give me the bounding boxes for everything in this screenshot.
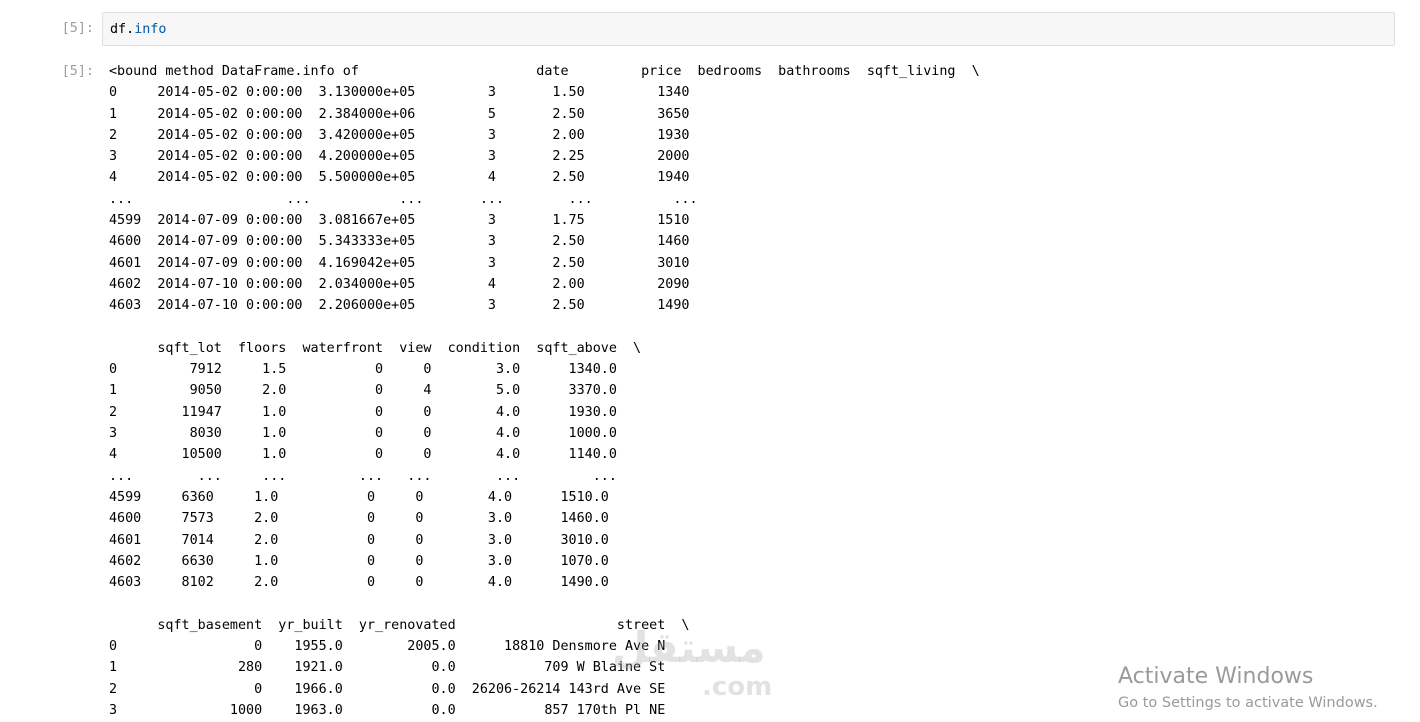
output-line: 0 0 1955.0 2005.0 18810 Densmore Ave N (109, 639, 666, 655)
output-line: 4599 6360 1.0 0 0 4.0 1510.0 (109, 489, 609, 505)
output-line: 4600 7573 2.0 0 0 3.0 1460.0 (109, 511, 609, 527)
code-dot-operator: . (126, 22, 135, 37)
code-input-editor[interactable]: df.info (102, 12, 1395, 46)
output-line: <bound method DataFrame.info of date pri… (109, 64, 980, 79)
output-line: 3 1000 1963.0 0.0 857 170th Pl NE (109, 702, 666, 718)
activation-subtitle: Go to Settings to activate Windows. (1118, 695, 1378, 711)
output-line: 3 2014-05-02 0:00:00 4.200000e+05 3 2.25… (109, 149, 690, 165)
output-line: 0 2014-05-02 0:00:00 3.130000e+05 3 1.50… (109, 85, 690, 101)
output-line: sqft_basement yr_built yr_renovated stre… (109, 617, 690, 633)
output-line: 4601 2014-07-09 0:00:00 4.169042e+05 3 2… (109, 255, 690, 271)
output-line: 4599 2014-07-09 0:00:00 3.081667e+05 3 1… (109, 213, 690, 229)
output-line: ... ... ... ... ... ... ... (109, 468, 617, 484)
output-line: ... ... ... ... ... ... (109, 191, 698, 207)
windows-activation-notice: Activate Windows Go to Settings to activ… (1118, 662, 1378, 714)
output-line: 1 9050 2.0 0 4 5.0 3370.0 (109, 383, 617, 399)
code-text: df.info (110, 19, 166, 40)
output-prompt: [5]: (61, 64, 94, 79)
activation-title: Activate Windows (1118, 664, 1314, 689)
output-line: sqft_lot floors waterfront view conditio… (109, 340, 642, 356)
output-line: 2 0 1966.0 0.0 26206-26214 143rd Ave SE (109, 681, 666, 697)
output-line: 2 11947 1.0 0 0 4.0 1930.0 (109, 404, 617, 420)
output-line: 4601 7014 2.0 0 0 3.0 3010.0 (109, 532, 609, 548)
cell-output-text: <bound method DataFrame.info of date pri… (109, 61, 980, 721)
output-line: 4602 2014-07-10 0:00:00 2.034000e+05 4 2… (109, 276, 690, 292)
output-line: 2 2014-05-02 0:00:00 3.420000e+05 3 2.00… (109, 127, 690, 143)
code-variable: df (110, 22, 127, 37)
output-line: 1 280 1921.0 0.0 709 W Blaine St (109, 660, 666, 676)
output-line: 4603 2014-07-10 0:00:00 2.206000e+05 3 2… (109, 298, 690, 314)
output-line: 4602 6630 1.0 0 0 3.0 1070.0 (109, 553, 609, 569)
output-line: 0 7912 1.5 0 0 3.0 1340.0 (109, 362, 617, 378)
output-line: 4600 2014-07-09 0:00:00 5.343333e+05 3 2… (109, 234, 690, 250)
code-attribute: info (134, 22, 167, 37)
output-line: 4603 8102 2.0 0 0 4.0 1490.0 (109, 575, 609, 591)
output-line: 3 8030 1.0 0 0 4.0 1000.0 (109, 426, 617, 442)
input-prompt: [5]: (61, 21, 94, 36)
output-line: 4 10500 1.0 0 0 4.0 1140.0 (109, 447, 617, 463)
output-line: 1 2014-05-02 0:00:00 2.384000e+06 5 2.50… (109, 106, 690, 122)
output-line: 4 2014-05-02 0:00:00 5.500000e+05 4 2.50… (109, 170, 690, 186)
